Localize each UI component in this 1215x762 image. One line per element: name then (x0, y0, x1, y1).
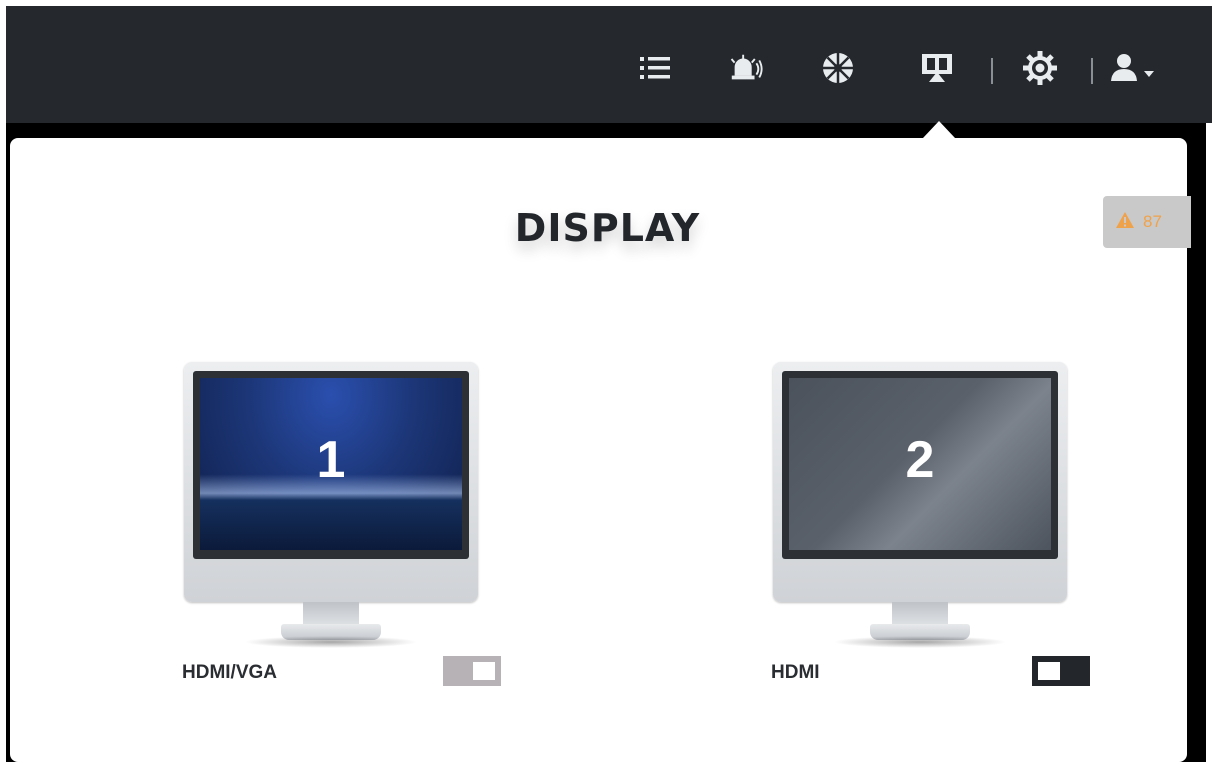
display-2-toggle[interactable] (1032, 656, 1090, 686)
monitor-body: 1 (184, 362, 478, 602)
gear-icon[interactable] (1022, 50, 1058, 86)
alert-count: 87 (1143, 212, 1162, 231)
monitor-1[interactable]: 1 (184, 362, 478, 648)
monitor-stand (892, 602, 948, 626)
monitor-bezel: 1 (193, 371, 469, 559)
monitor-stand (303, 602, 359, 626)
monitor-shadow (244, 636, 418, 648)
top-nav-bar (6, 6, 1212, 123)
user-icon (1111, 54, 1154, 81)
display-2-label: HDMI (771, 662, 820, 683)
monitor-number: 1 (316, 431, 346, 489)
monitor-body: 2 (773, 362, 1067, 602)
toggle-knob (473, 662, 495, 680)
page-title: DISPLAY (514, 206, 701, 250)
monitor-shadow (833, 636, 1007, 648)
monitor-2[interactable]: 2 (773, 362, 1067, 648)
list-icon[interactable] (637, 50, 673, 86)
panel-pointer (923, 121, 955, 138)
monitor-screen: 1 (200, 378, 462, 550)
monitor-bezel: 2 (782, 371, 1058, 559)
display-1-label: HDMI/VGA (182, 662, 277, 683)
user-menu[interactable] (1109, 50, 1159, 86)
alert-badge[interactable]: 87 (1103, 196, 1191, 248)
toggle-knob (1038, 662, 1060, 680)
alarm-icon[interactable] (728, 50, 764, 86)
display-1-toggle[interactable] (443, 656, 501, 686)
toolbar-separator (1091, 58, 1093, 84)
display-icon[interactable] (919, 50, 955, 86)
aperture-icon[interactable] (820, 50, 856, 86)
warning-icon (1115, 211, 1135, 234)
monitor-number: 2 (905, 431, 935, 489)
monitor-screen: 2 (789, 378, 1051, 550)
toolbar-separator (991, 58, 993, 84)
